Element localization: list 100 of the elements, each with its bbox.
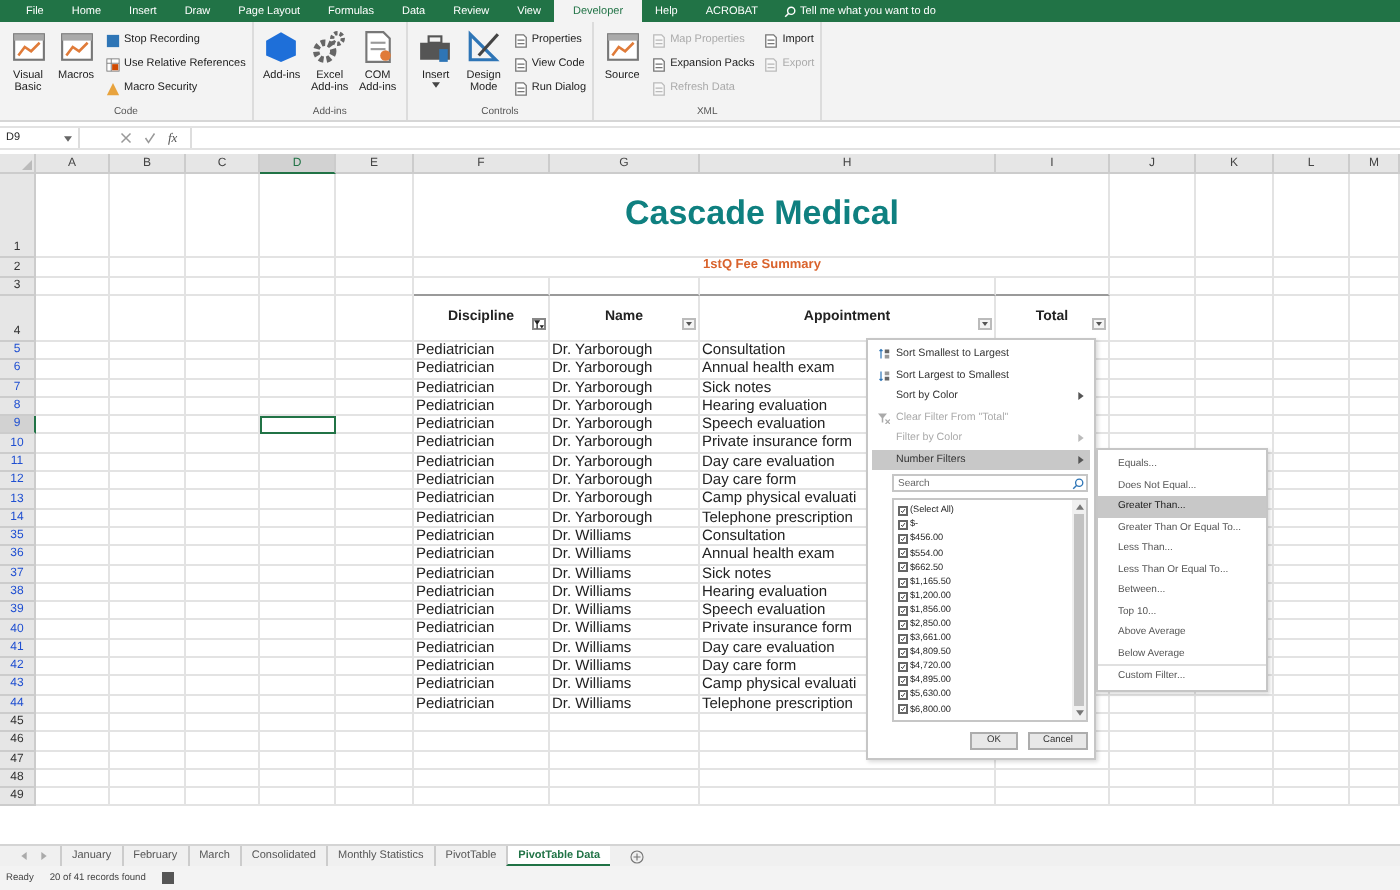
table-cell: [36, 713, 110, 733]
table-cell: [1274, 639, 1350, 659]
filter-button[interactable]: [682, 318, 696, 330]
checkbox[interactable]: [898, 548, 908, 559]
table-cell: [1274, 490, 1350, 510]
selected-cell[interactable]: [260, 416, 336, 435]
checkbox[interactable]: [898, 506, 908, 517]
document-icon: [652, 57, 667, 71]
checkbox[interactable]: [898, 605, 908, 616]
table-cell: [260, 397, 336, 417]
table-cell: [414, 751, 550, 770]
table-cell: [110, 434, 186, 454]
checkbox[interactable]: [898, 619, 908, 630]
checkbox[interactable]: [898, 577, 908, 588]
sort-descending-icon: [878, 369, 890, 382]
table-cell: [36, 788, 110, 807]
submenu-arrow-icon: [1078, 455, 1084, 464]
table-cell: [186, 695, 260, 714]
filter-button[interactable]: [532, 318, 546, 330]
table-cell: [36, 769, 110, 789]
window-icon: [59, 30, 93, 64]
table-cell: [1350, 509, 1400, 528]
table-cell: [110, 258, 186, 278]
table-cell: [186, 453, 260, 473]
table-cell: [1350, 453, 1400, 473]
table-cell: [36, 490, 110, 510]
table-cell: [260, 434, 336, 454]
table-cell: [1274, 676, 1350, 696]
table-cell: [260, 174, 336, 258]
table-cell: [36, 434, 110, 454]
table-cell: [1274, 732, 1350, 752]
check-icon[interactable]: [144, 132, 156, 144]
filter-button[interactable]: [1092, 318, 1106, 330]
table-cell: [186, 527, 260, 547]
checkbox[interactable]: [898, 662, 908, 673]
scrollbar-thumb[interactable]: [1074, 514, 1084, 706]
table-cell: [1274, 509, 1350, 528]
table-cell: [1196, 342, 1274, 361]
table-cell: [110, 788, 186, 807]
scrollbar[interactable]: [1072, 500, 1086, 720]
table-cell: [186, 296, 260, 342]
checkbox[interactable]: [898, 534, 908, 545]
table-cell: [186, 278, 260, 296]
table-cell: [1274, 434, 1350, 454]
table-cell: [260, 278, 336, 296]
record-macro-icon[interactable]: [161, 872, 174, 884]
table-cell: [186, 472, 260, 491]
submenu-arrow-icon: [1078, 392, 1084, 401]
table-cell: [1196, 732, 1274, 752]
table-cell: [186, 732, 260, 752]
document-icon: [513, 57, 528, 71]
table-cell: [110, 490, 186, 510]
table-cell: [260, 639, 336, 659]
checkbox[interactable]: [898, 704, 908, 715]
checkbox[interactable]: [898, 591, 908, 602]
table-cell: [336, 509, 414, 528]
checkbox[interactable]: [898, 520, 908, 531]
table-cell: [36, 397, 110, 417]
table-cell: [1110, 695, 1196, 714]
table-cell: [1274, 453, 1350, 473]
funnel-icon: [534, 318, 544, 330]
table-cell: [36, 379, 110, 398]
table-cell: [336, 397, 414, 417]
table-cell: [186, 546, 260, 566]
checkbox[interactable]: [898, 562, 908, 573]
scroll-up-icon[interactable]: [1075, 504, 1083, 510]
checkbox[interactable]: [898, 633, 908, 644]
table-icon: [106, 57, 120, 71]
document-icon: [764, 33, 779, 47]
table-cell: [36, 174, 110, 258]
table-cell: [110, 278, 186, 296]
table-cell: [110, 546, 186, 566]
table-cell: [260, 732, 336, 752]
cancel-icon[interactable]: [120, 132, 132, 144]
table-cell: [414, 788, 550, 807]
table-cell: [110, 732, 186, 752]
table-cell: [336, 751, 414, 770]
table-cell: [1274, 658, 1350, 677]
submenu-arrow-icon: [1078, 434, 1084, 443]
filter-button[interactable]: [978, 318, 992, 330]
table-cell: [1350, 527, 1400, 547]
table-cell: [336, 360, 414, 380]
table-cell: [1196, 713, 1274, 733]
table-cell: [186, 490, 260, 510]
scroll-down-icon[interactable]: [1075, 710, 1083, 716]
document-icon: [764, 57, 779, 71]
table-cell: [996, 788, 1110, 807]
table-cell: [260, 602, 336, 621]
table-cell: [1350, 695, 1400, 714]
table-cell: [186, 509, 260, 528]
table-cell: [110, 296, 186, 342]
table-cell: [110, 676, 186, 696]
add-sheet-icon[interactable]: [630, 849, 645, 863]
checkbox[interactable]: [898, 647, 908, 658]
document-icon: [652, 33, 667, 47]
table-cell: [110, 509, 186, 528]
checkbox[interactable]: [898, 676, 908, 687]
checkbox[interactable]: [898, 690, 908, 701]
table-cell: [36, 296, 110, 342]
table-cell: [1350, 639, 1400, 659]
